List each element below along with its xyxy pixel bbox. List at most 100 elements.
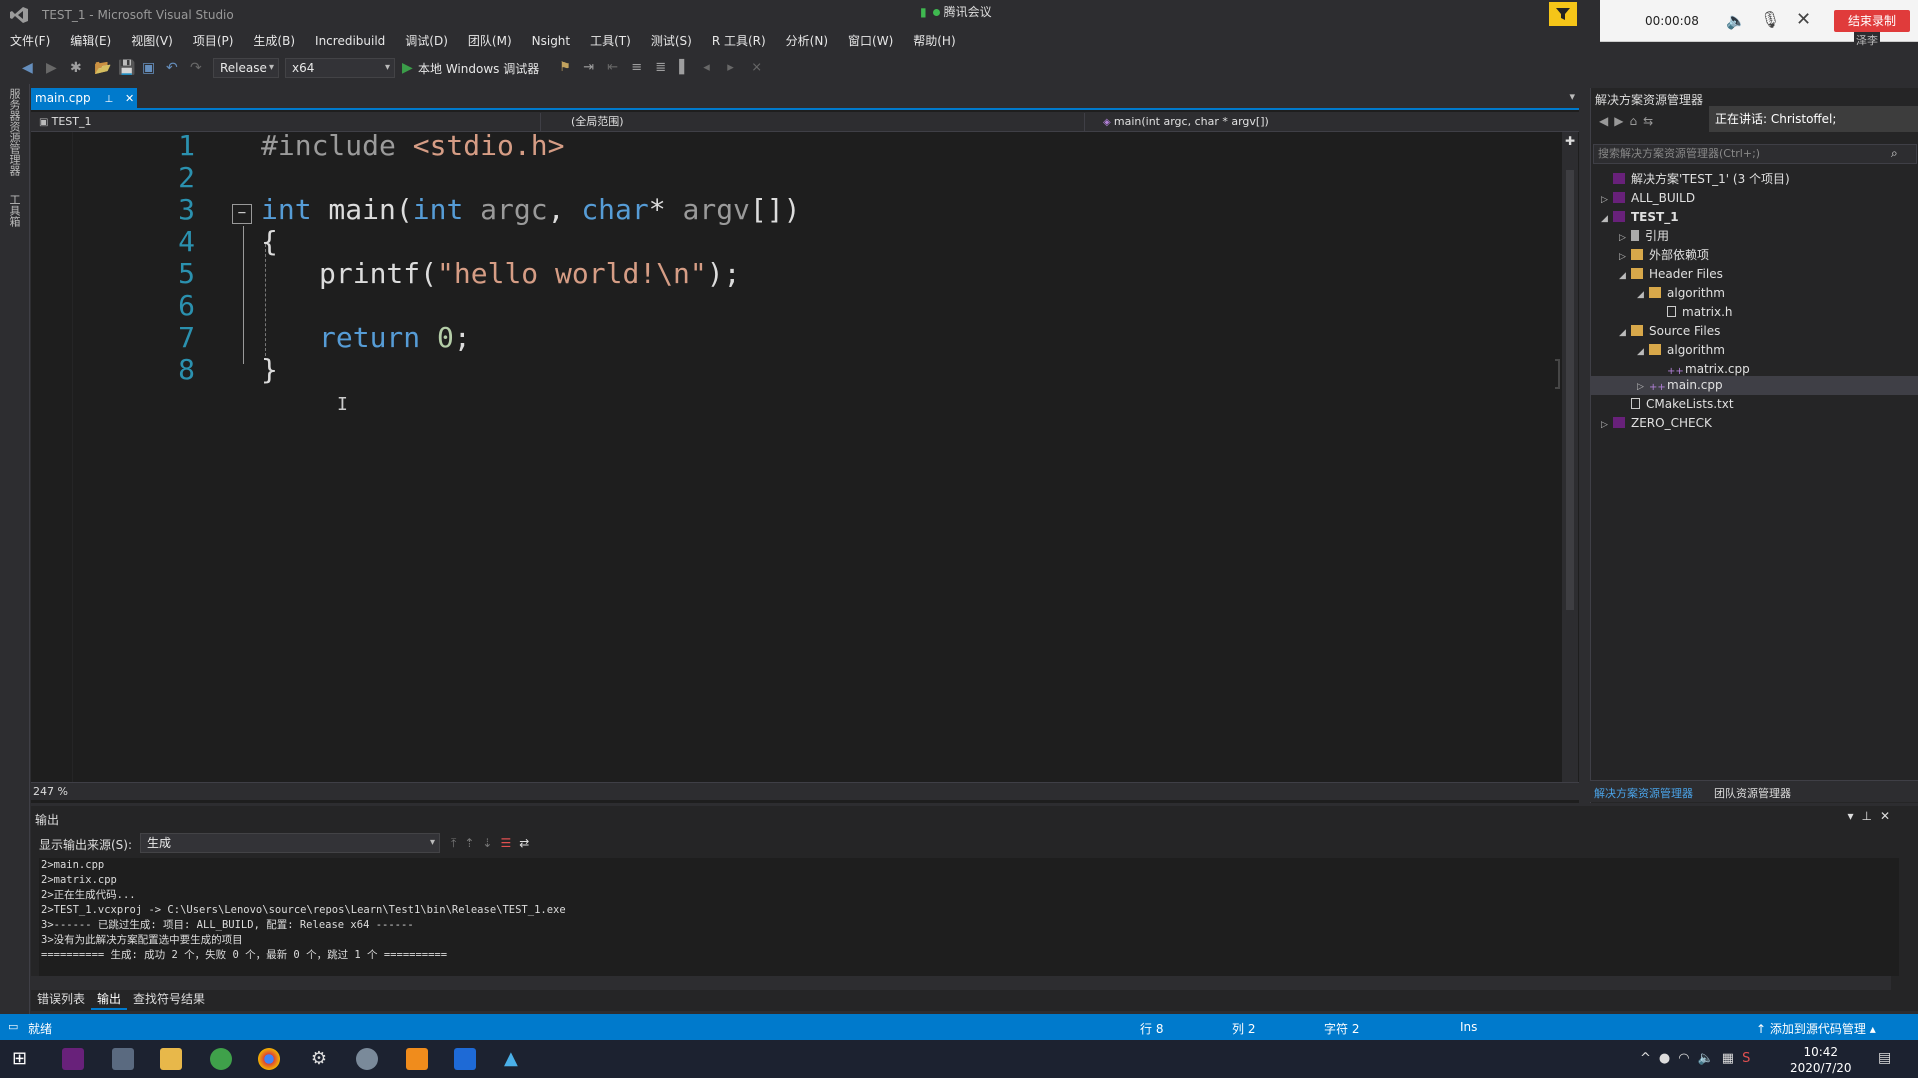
collapse-icon[interactable]: ◢ xyxy=(1601,210,1613,229)
tab-output[interactable]: 输出 xyxy=(91,988,128,1010)
collapse-icon[interactable]: ◢ xyxy=(1619,267,1631,286)
tab-solution-explorer[interactable]: 解决方案资源管理器 xyxy=(1594,785,1693,801)
drive-icon[interactable]: ▲ xyxy=(504,1048,526,1070)
menu-team[interactable]: 团队(M) xyxy=(458,30,522,52)
menu-nsight[interactable]: Nsight xyxy=(522,30,581,52)
code-editor[interactable]: 1 2 3 4 5 6 7 8 − #include <stdio.h> int… xyxy=(75,129,1555,782)
back-icon[interactable]: ◀ xyxy=(1599,114,1614,128)
start-debugger-button[interactable]: 本地 Windows 调试器 xyxy=(418,60,539,77)
undo-icon[interactable]: ↶ xyxy=(166,60,182,76)
editor-horizontal-scrollbar[interactable]: 247 % xyxy=(31,782,1579,800)
qq-icon[interactable]: ● xyxy=(1659,1051,1678,1066)
collapse-icon[interactable]: ◢ xyxy=(1619,324,1631,343)
collapse-icon[interactable]: − xyxy=(232,204,252,224)
expand-icon[interactable]: ▷ xyxy=(1601,416,1613,435)
tab-find-symbol-results[interactable]: 查找符号结果 xyxy=(127,988,211,1010)
settings-icon[interactable]: ⚙ xyxy=(308,1048,330,1070)
tree-item-matrix-h[interactable]: matrix.h xyxy=(1655,303,1733,322)
sync-icon[interactable]: ⇆ xyxy=(1643,114,1659,128)
tree-item-main-cpp[interactable]: ▷ ++main.cpp xyxy=(1637,376,1723,395)
outdent-icon[interactable]: ≣ xyxy=(655,60,671,76)
source-control-button[interactable]: ↑ 添加到源代码管理 ▴ xyxy=(1756,1020,1876,1037)
step-icon[interactable]: ⇥ xyxy=(583,60,599,76)
microphone-icon[interactable]: 🎙 xyxy=(1760,10,1780,29)
notification-icon[interactable]: ▤ xyxy=(1878,1050,1891,1066)
prev-bookmark-icon[interactable]: ◂ xyxy=(703,60,719,76)
visual-studio-taskbar-icon[interactable] xyxy=(62,1048,84,1070)
scrollbar-thumb[interactable] xyxy=(1566,170,1574,610)
scope-nav-select[interactable]: (全局范围) xyxy=(565,113,1085,131)
tree-item-references[interactable]: ▷ 引用 xyxy=(1619,227,1669,246)
tab-error-list[interactable]: 错误列表 xyxy=(31,988,91,1010)
menu-help[interactable]: 帮助(H) xyxy=(903,30,965,52)
step-over-icon[interactable]: ⇤ xyxy=(607,60,623,76)
menu-analyze[interactable]: 分析(N) xyxy=(776,30,838,52)
find-icon[interactable]: ⤒ xyxy=(451,836,464,850)
tab-team-explorer[interactable]: 团队资源管理器 xyxy=(1714,785,1791,801)
tree-item-source-files[interactable]: ◢ Source Files xyxy=(1619,322,1720,341)
forward-icon[interactable]: ▶ xyxy=(46,60,62,76)
indent-icon[interactable]: ≡ xyxy=(631,60,647,76)
tree-item-algorithm-src[interactable]: ◢ algorithm xyxy=(1637,341,1725,360)
tree-item-zero-check[interactable]: ▷ ZERO_CHECK xyxy=(1601,414,1712,433)
dropdown-icon[interactable]: ▾ xyxy=(1847,809,1861,823)
toolbox-tab[interactable]: 工具箱 xyxy=(8,194,22,227)
clear-all-icon[interactable]: ☰ xyxy=(500,836,519,850)
pin-icon[interactable]: ⊥ xyxy=(104,94,113,105)
chrome-icon[interactable] xyxy=(258,1048,280,1070)
menu-tools[interactable]: 工具(T) xyxy=(580,30,641,52)
save-all-icon[interactable]: ▣ xyxy=(142,60,158,76)
s-tray-icon[interactable]: S xyxy=(1742,1051,1758,1066)
start-debug-icon[interactable]: ▶ xyxy=(402,60,414,76)
tab-dropdown-icon[interactable]: ▾ xyxy=(1569,90,1575,103)
menu-test[interactable]: 测试(S) xyxy=(641,30,702,52)
zoom-level[interactable]: 247 % xyxy=(33,785,68,798)
function-nav-select[interactable]: ◈ main(int argc, char * argv[]) xyxy=(1097,113,1577,131)
input-method-icon[interactable]: ▦ xyxy=(1722,1051,1742,1066)
menu-view[interactable]: 视图(V) xyxy=(121,30,183,52)
solution-search-input[interactable]: 搜索解决方案资源管理器(Ctrl+;) xyxy=(1593,144,1917,164)
tree-item-all-build[interactable]: ▷ ALL_BUILD xyxy=(1601,189,1695,208)
stop-recording-button[interactable]: 结束录制 xyxy=(1834,10,1910,32)
tree-item-solution[interactable]: 解决方案'TEST_1' (3 个项目) xyxy=(1601,170,1790,189)
configuration-select[interactable]: Release xyxy=(213,58,279,78)
chevron-up-icon[interactable]: ^ xyxy=(1640,1051,1659,1066)
filter-funnel-icon[interactable] xyxy=(1549,2,1577,26)
open-file-icon[interactable]: 📂 xyxy=(94,60,111,76)
save-icon[interactable]: 💾 xyxy=(118,60,135,76)
close-icon[interactable]: ✕ xyxy=(1796,9,1811,30)
menu-r-tools[interactable]: R 工具(R) xyxy=(702,30,776,52)
next-message-icon[interactable]: ⇣ xyxy=(482,836,500,850)
home-icon[interactable]: ⌂ xyxy=(1629,114,1643,128)
attach-icon[interactable]: ⚑ xyxy=(559,60,575,76)
collapse-icon[interactable]: ◢ xyxy=(1637,286,1649,305)
volume-icon[interactable]: 🔈 xyxy=(1698,1051,1722,1066)
menu-debug[interactable]: 调试(D) xyxy=(395,30,458,52)
wechat-icon[interactable] xyxy=(210,1048,232,1070)
output-source-select[interactable]: 生成 xyxy=(140,833,440,853)
tree-item-algorithm[interactable]: ◢ algorithm xyxy=(1637,284,1725,303)
close-tab-icon[interactable]: ✕ xyxy=(125,92,134,105)
meeting-app-icon[interactable] xyxy=(454,1048,476,1070)
app-taskbar-icon[interactable] xyxy=(356,1048,378,1070)
wifi-icon[interactable]: ◠ xyxy=(1678,1051,1697,1066)
network-taskbar-icon[interactable] xyxy=(112,1048,134,1070)
prev-message-icon[interactable]: ⇡ xyxy=(464,836,482,850)
close-icon[interactable]: ✕ xyxy=(1880,809,1898,823)
bookmark-icon[interactable]: ▌ xyxy=(679,60,695,76)
menu-incredibuild[interactable]: Incredibuild xyxy=(305,30,395,52)
redo-icon[interactable]: ↷ xyxy=(190,60,206,76)
tree-item-header-files[interactable]: ◢ Header Files xyxy=(1619,265,1723,284)
menu-window[interactable]: 窗口(W) xyxy=(838,30,903,52)
sublime-text-icon[interactable] xyxy=(406,1048,428,1070)
new-project-icon[interactable]: ✱ xyxy=(70,60,86,76)
collapse-icon[interactable]: ◢ xyxy=(1637,343,1649,362)
back-icon[interactable]: ◀ xyxy=(22,60,38,76)
tree-item-external-deps[interactable]: ▷ 外部依赖项 xyxy=(1619,246,1709,265)
menu-file[interactable]: 文件(F) xyxy=(0,30,60,52)
tab-main-cpp[interactable]: main.cpp ⊥ ✕ xyxy=(31,88,137,108)
taskbar-clock[interactable]: 10:42 2020/7/20 xyxy=(1790,1044,1852,1076)
menu-project[interactable]: 项目(P) xyxy=(183,30,244,52)
pin-icon[interactable]: ⊥ xyxy=(1861,809,1879,823)
clear-bookmarks-icon[interactable]: ⨯ xyxy=(751,60,767,76)
